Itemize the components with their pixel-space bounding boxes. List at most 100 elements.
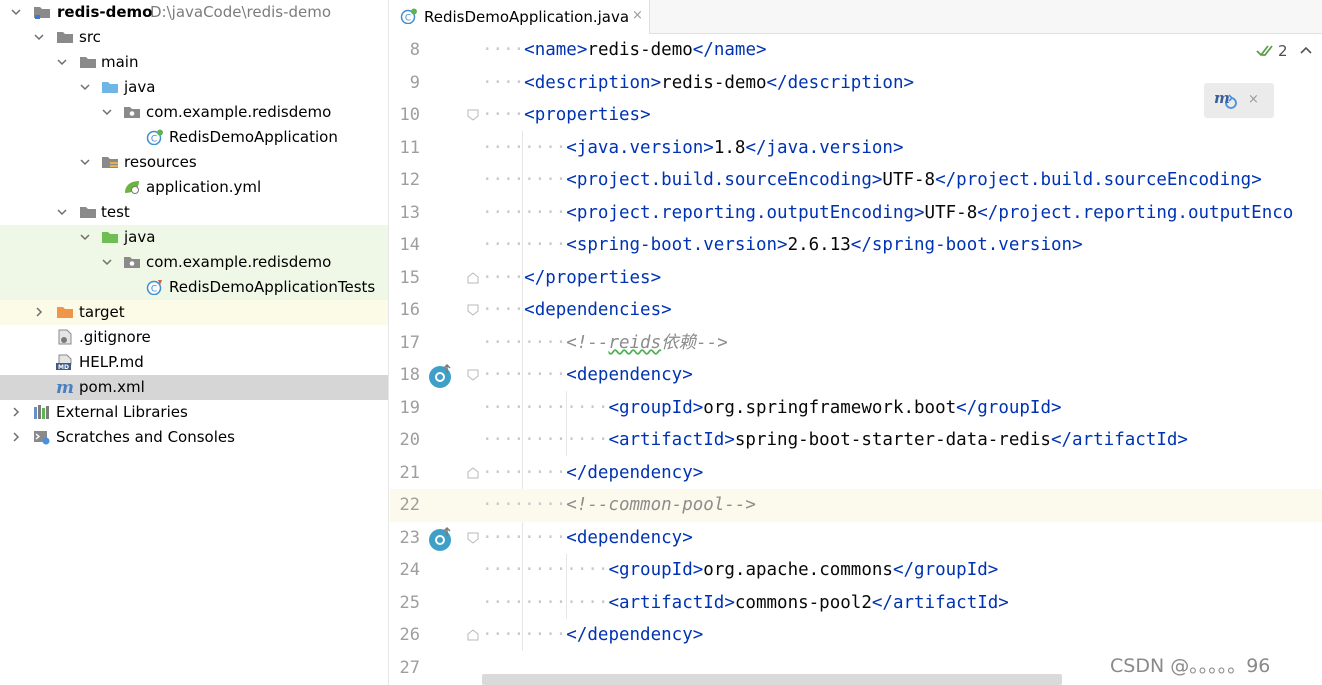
tree-item-label: com.example.redisdemo bbox=[146, 103, 332, 121]
code-line: 12 ········<project.build.sourceEncoding… bbox=[390, 164, 1322, 197]
tree-item-scratches-and-consoles[interactable]: Scratches and Consoles bbox=[0, 425, 388, 450]
code-text: ····<description>redis-demo</description… bbox=[482, 72, 915, 93]
chevron-down-icon[interactable] bbox=[11, 7, 21, 17]
code-editor[interactable]: 8 ····<name>redis-demo</name> 9 ····<des… bbox=[390, 34, 1322, 685]
svg-text:C: C bbox=[405, 14, 411, 24]
code-text: ············<artifactId>spring-boot-star… bbox=[482, 430, 1188, 450]
code-line: 20 ············<artifactId>spring-boot-s… bbox=[390, 424, 1322, 457]
source-root-icon bbox=[101, 79, 119, 95]
chevron-down-icon[interactable] bbox=[80, 157, 90, 167]
tab-redis-demo-application-java[interactable]: C RedisDemoApplication.java × bbox=[390, 0, 650, 34]
fold-end-icon[interactable] bbox=[466, 271, 480, 285]
folder-icon bbox=[56, 29, 74, 45]
package-icon bbox=[123, 254, 141, 270]
tree-item-test[interactable]: test bbox=[0, 200, 388, 225]
project-tree: redis-demo D:\javaCode\redis-demo src ma… bbox=[0, 0, 389, 685]
chevron-down-icon[interactable] bbox=[57, 207, 67, 217]
code-text: ············<artifactId>commons-pool2</a… bbox=[482, 592, 1009, 613]
tree-item-main[interactable]: main bbox=[0, 50, 388, 75]
horizontal-scrollbar[interactable] bbox=[482, 674, 1062, 685]
tree-item-label: pom.xml bbox=[79, 378, 145, 396]
tree-item-redis-demo-application-tests[interactable]: C RedisDemoApplicationTests bbox=[0, 275, 388, 300]
overridden-method-icon[interactable] bbox=[428, 363, 454, 389]
code-line: 21 ········</dependency> bbox=[390, 457, 1322, 490]
tree-item-label: RedisDemoApplicationTests bbox=[169, 278, 376, 296]
code-line: 15 ····</properties> bbox=[390, 262, 1322, 295]
tree-item-label: Scratches and Consoles bbox=[56, 428, 235, 446]
code-text: ····</properties> bbox=[482, 267, 662, 288]
line-number: 27 bbox=[399, 657, 420, 678]
code-text: ····<dependencies> bbox=[482, 300, 672, 320]
chevron-right-icon[interactable] bbox=[34, 307, 44, 317]
fold-collapse-icon[interactable] bbox=[466, 303, 480, 317]
close-icon[interactable]: × bbox=[1248, 91, 1259, 109]
tree-item-target[interactable]: target bbox=[0, 300, 388, 325]
tree-item-label: main bbox=[101, 53, 139, 71]
chevron-down-icon[interactable] bbox=[80, 232, 90, 242]
module-folder-icon bbox=[33, 4, 51, 20]
tree-item-test-java[interactable]: java bbox=[0, 225, 388, 250]
code-line: 19 ············<groupId>org.springframew… bbox=[390, 392, 1322, 425]
line-number: 9 bbox=[409, 72, 420, 93]
test-class-icon: C bbox=[146, 279, 164, 295]
tree-item-test-package[interactable]: com.example.redisdemo bbox=[0, 250, 388, 275]
tree-item-package[interactable]: com.example.redisdemo bbox=[0, 100, 388, 125]
libraries-icon bbox=[33, 404, 51, 420]
line-number: 26 bbox=[399, 625, 420, 645]
tree-item-redis-demo-application[interactable]: C RedisDemoApplication bbox=[0, 125, 388, 150]
tree-item-java[interactable]: java bbox=[0, 75, 388, 100]
chevron-down-icon[interactable] bbox=[102, 107, 112, 117]
tree-item-src[interactable]: src bbox=[0, 25, 388, 50]
tree-item-gitignore[interactable]: .gitignore bbox=[0, 325, 388, 350]
code-line: 14 ········<spring-boot.version>2.6.13</… bbox=[390, 229, 1322, 262]
tab-label: RedisDemoApplication.java bbox=[424, 8, 630, 26]
line-number: 20 bbox=[399, 430, 420, 450]
chevron-down-icon[interactable] bbox=[102, 257, 112, 267]
tree-item-redis-demo[interactable]: redis-demo D:\javaCode\redis-demo bbox=[0, 0, 388, 25]
overridden-method-icon[interactable] bbox=[428, 526, 454, 552]
tree-item-application-yml[interactable]: application.yml bbox=[0, 175, 388, 200]
code-text: ····<properties> bbox=[482, 105, 651, 125]
fold-end-icon[interactable] bbox=[466, 628, 480, 642]
tree-item-pom-xml[interactable]: m pom.xml bbox=[0, 375, 388, 400]
chevron-up-icon[interactable] bbox=[1298, 40, 1314, 60]
chevron-down-icon[interactable] bbox=[34, 32, 44, 42]
line-number: 8 bbox=[409, 40, 420, 60]
tree-item-label: application.yml bbox=[146, 178, 262, 196]
maven-icon: m bbox=[56, 379, 74, 395]
fold-collapse-icon[interactable] bbox=[466, 531, 480, 545]
code-line: 24 ············<groupId>org.apache.commo… bbox=[390, 554, 1322, 587]
spring-yml-icon bbox=[123, 179, 141, 195]
code-text: ············<groupId>org.apache.commons<… bbox=[482, 560, 999, 580]
code-text: ········</dependency> bbox=[482, 462, 704, 483]
fold-collapse-icon[interactable] bbox=[466, 368, 480, 382]
spring-boot-class-icon: C bbox=[146, 129, 164, 145]
line-number: 24 bbox=[399, 560, 420, 580]
code-text: ········<!--common-pool--> bbox=[482, 495, 756, 515]
maven-reload-icon[interactable]: m bbox=[1212, 89, 1238, 115]
tree-item-help-md[interactable]: MD HELP.md bbox=[0, 350, 388, 375]
chevron-right-icon[interactable] bbox=[11, 407, 21, 417]
resources-folder-icon bbox=[101, 154, 119, 170]
chevron-down-icon[interactable] bbox=[57, 57, 67, 67]
line-number: 10 bbox=[399, 105, 420, 125]
code-line: 25 ············<artifactId>commons-pool2… bbox=[390, 587, 1322, 620]
line-number: 23 bbox=[399, 527, 420, 548]
code-line: 16 ····<dependencies> bbox=[390, 294, 1322, 327]
package-icon bbox=[123, 104, 141, 120]
code-text: ········<java.version>1.8</java.version> bbox=[482, 137, 904, 158]
chevron-down-icon[interactable] bbox=[80, 82, 90, 92]
fold-end-icon[interactable] bbox=[466, 466, 480, 480]
scratches-icon bbox=[33, 429, 51, 445]
chevron-right-icon[interactable] bbox=[11, 432, 21, 442]
tree-item-label: HELP.md bbox=[79, 353, 144, 371]
svg-text:C: C bbox=[151, 135, 157, 145]
tree-item-external-libraries[interactable]: External Libraries bbox=[0, 400, 388, 425]
fold-collapse-icon[interactable] bbox=[466, 108, 480, 122]
code-line: 10 ····<properties> bbox=[390, 99, 1322, 132]
line-number: 12 bbox=[399, 170, 420, 190]
close-icon[interactable]: × bbox=[632, 8, 643, 24]
line-number: 16 bbox=[399, 300, 420, 320]
test-root-icon bbox=[101, 229, 119, 245]
tree-item-resources[interactable]: resources bbox=[0, 150, 388, 175]
